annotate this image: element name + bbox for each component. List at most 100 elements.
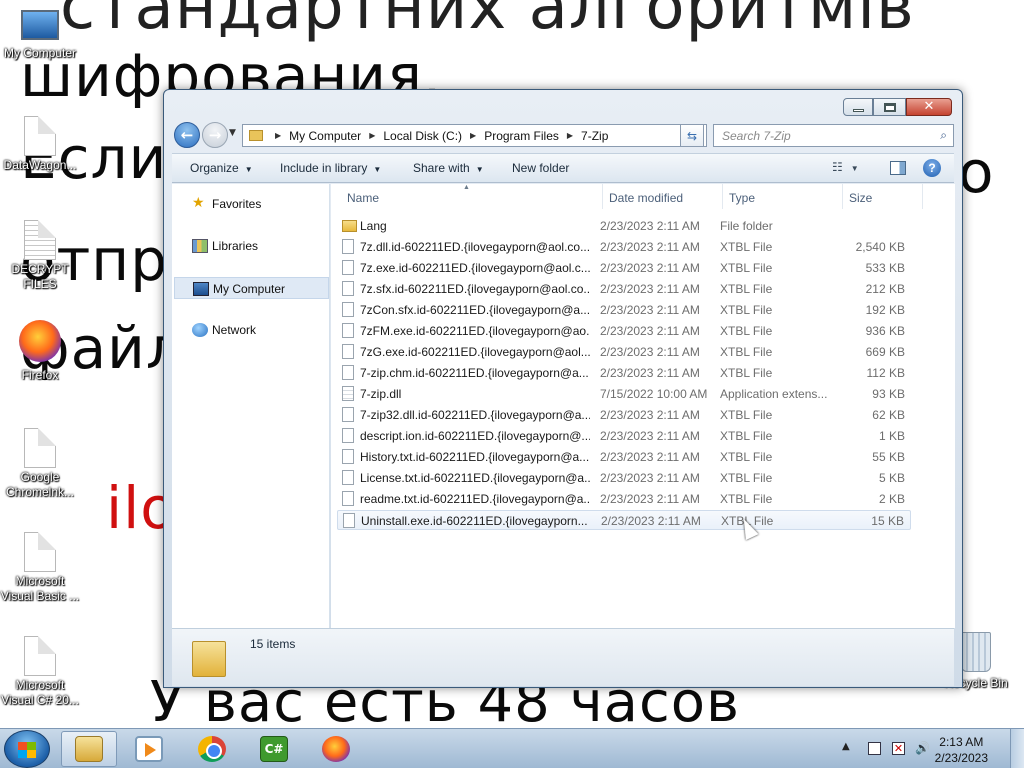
chevron-right-icon: ▶: [275, 131, 282, 140]
breadcrumb-local-disk[interactable]: Local Disk (C:): [383, 129, 462, 143]
breadcrumb-my-computer[interactable]: My Computer: [289, 129, 361, 143]
nav-label: Favorites: [212, 197, 262, 211]
nav-item-libraries[interactable]: Libraries: [174, 235, 329, 257]
search-input[interactable]: Search 7-Zip ⌕: [713, 124, 954, 147]
file-row[interactable]: 7-zip32.dll.id-602211ED.{ilovegayporn@a.…: [337, 405, 911, 425]
folder-icon: [342, 220, 357, 232]
file-row[interactable]: 7-zip.dll 7/15/2022 10:00 AM Application e…: [337, 384, 911, 404]
help-button[interactable]: ?: [923, 159, 941, 177]
column-type[interactable]: Type: [729, 191, 755, 205]
wallpaper-line-3-right: о: [958, 138, 995, 206]
nav-item-my-computer[interactable]: My Computer: [174, 277, 329, 299]
forward-button[interactable]: →: [202, 122, 228, 148]
navigation-pane: ★ Favorites Libraries My Computer Networ…: [172, 184, 330, 628]
file-name: 7zCon.sfx.id-602211ED.{ilovegayporn@a...: [360, 303, 590, 317]
desktop-icon-visual-basic[interactable]: Microsoft Visual Basic ...: [0, 532, 80, 604]
organize-button[interactable]: Organize ▼: [190, 161, 253, 175]
column-date-modified[interactable]: Date modified: [609, 191, 683, 205]
address-bar[interactable]: ▶ My Computer ▶ Local Disk (C:) ▶ Progra…: [242, 124, 707, 147]
file-row[interactable]: Lang 2/23/2023 2:11 AM File folder: [337, 216, 911, 236]
new-folder-button[interactable]: New folder: [512, 161, 569, 175]
firefox-icon: [322, 736, 350, 762]
desktop-icon-my-computer[interactable]: My Computer: [0, 10, 80, 61]
close-button[interactable]: ✕: [906, 98, 952, 116]
desktop-icon-datawagon[interactable]: DataWagon...: [0, 116, 80, 173]
taskbar-csharp[interactable]: C#: [246, 731, 302, 767]
search-icon[interactable]: ⌕: [940, 128, 947, 143]
file-row[interactable]: readme.txt.id-602211ED.{ilovegayporn@a..…: [337, 489, 911, 509]
chevron-down-icon: ▼: [475, 165, 484, 174]
include-in-library-button[interactable]: Include in library ▼: [280, 161, 381, 175]
column-divider[interactable]: [842, 184, 843, 209]
column-divider[interactable]: [922, 184, 923, 209]
file-size: 212 KB: [865, 282, 905, 296]
file-date: 2/23/2023 2:11 AM: [600, 471, 700, 485]
start-button[interactable]: [4, 730, 50, 768]
file-name: 7zG.exe.id-602211ED.{ilovegayporn@aol...…: [360, 345, 590, 359]
file-row[interactable]: descript.ion.id-602211ED.{ilovegayporn@.…: [337, 426, 911, 446]
file-type: XTBL File: [720, 429, 773, 443]
nav-label: Network: [212, 323, 257, 337]
maximize-button[interactable]: [873, 98, 906, 116]
taskbar-firefox[interactable]: [308, 731, 364, 767]
share-with-button[interactable]: Share with ▼: [413, 161, 484, 175]
file-row[interactable]: Uninstall.exe.id-602211ED.{ilovegayporn.…: [337, 510, 911, 530]
file-type: XTBL File: [720, 345, 773, 359]
desktop-icon-firefox[interactable]: Firefox: [0, 320, 80, 383]
file-icon: [24, 532, 56, 572]
desktop-icon-decrypt-files[interactable]: DECRYPT FILES: [0, 220, 80, 292]
file-row[interactable]: 7z.exe.id-602211ED.{ilovegayporn@aol.c..…: [337, 258, 911, 278]
file-row[interactable]: 7z.sfx.id-602211ED.{ilovegayporn@aol.co.…: [337, 279, 911, 299]
file-row[interactable]: 7z.dll.id-602211ED.{ilovegayporn@aol.co.…: [337, 237, 911, 257]
file-icon: [342, 449, 354, 464]
file-name: Uninstall.exe.id-602211ED.{ilovegayporn.…: [361, 514, 588, 528]
file-row[interactable]: History.txt.id-602211ED.{ilovegayporn@a.…: [337, 447, 911, 467]
file-size: 2,540 KB: [855, 240, 905, 254]
file-size: 15 KB: [871, 514, 904, 528]
file-size: 5 KB: [878, 471, 905, 485]
nav-item-network[interactable]: Network: [174, 319, 329, 341]
file-row[interactable]: License.txt.id-602211ED.{ilovegayporn@a.…: [337, 468, 911, 488]
action-center-flag-icon[interactable]: ✕: [892, 742, 905, 755]
show-hidden-icons-button[interactable]: ▲: [842, 741, 850, 752]
taskbar-chrome[interactable]: [184, 731, 240, 767]
breadcrumb-program-files[interactable]: Program Files: [484, 129, 559, 143]
file-list: ▲ Name Date modified Type Size Lang 2/23/…: [331, 184, 955, 628]
column-size[interactable]: Size: [849, 191, 872, 205]
recent-pages-dropdown[interactable]: ▼: [229, 128, 241, 142]
system-clock[interactable]: 2:13 AM 2/23/2023: [935, 734, 988, 766]
file-row[interactable]: 7zFM.exe.id-602211ED.{ilovegayporn@ao...…: [337, 321, 911, 341]
network-tray-icon[interactable]: [868, 742, 881, 755]
csharp-icon: C#: [260, 736, 288, 762]
file-row[interactable]: 7zG.exe.id-602211ED.{ilovegayporn@aol...…: [337, 342, 911, 362]
desktop-icon-google-chrome[interactable]: Google Chromelnk...: [0, 428, 80, 500]
file-row[interactable]: 7-zip.chm.id-602211ED.{ilovegayporn@a...…: [337, 363, 911, 383]
file-type: XTBL File: [720, 324, 773, 338]
preview-pane-button[interactable]: [890, 161, 906, 175]
breadcrumb-7zip[interactable]: 7-Zip: [581, 129, 608, 143]
desktop-icon-visual-csharp[interactable]: Microsoft Visual C# 20...: [0, 636, 80, 708]
minimize-button[interactable]: [843, 98, 873, 116]
show-desktop-button[interactable]: [1010, 729, 1024, 768]
file-icon: [342, 407, 354, 422]
file-type: XTBL File: [720, 366, 773, 380]
column-divider[interactable]: [602, 184, 603, 209]
file-icon: [342, 323, 354, 338]
file-size: 112 KB: [866, 366, 905, 380]
nav-item-favorites[interactable]: ★ Favorites: [174, 193, 329, 215]
refresh-button[interactable]: ⇆: [680, 124, 704, 147]
view-list-icon: ☷: [832, 160, 843, 174]
clock-date: 2/23/2023: [934, 751, 988, 765]
back-button[interactable]: ←: [174, 122, 200, 148]
column-name[interactable]: Name: [347, 191, 379, 205]
file-row[interactable]: 7zCon.sfx.id-602211ED.{ilovegayporn@a...…: [337, 300, 911, 320]
file-icon: [342, 239, 354, 254]
taskbar-explorer[interactable]: [61, 731, 117, 767]
maximize-icon: [883, 102, 896, 112]
change-view-button[interactable]: ☷ ▼: [832, 160, 859, 174]
volume-icon[interactable]: 🔊: [915, 742, 930, 755]
taskbar-media-player[interactable]: [121, 731, 177, 767]
column-divider[interactable]: [722, 184, 723, 209]
dll-icon: [342, 386, 354, 401]
file-icon: [343, 513, 355, 528]
